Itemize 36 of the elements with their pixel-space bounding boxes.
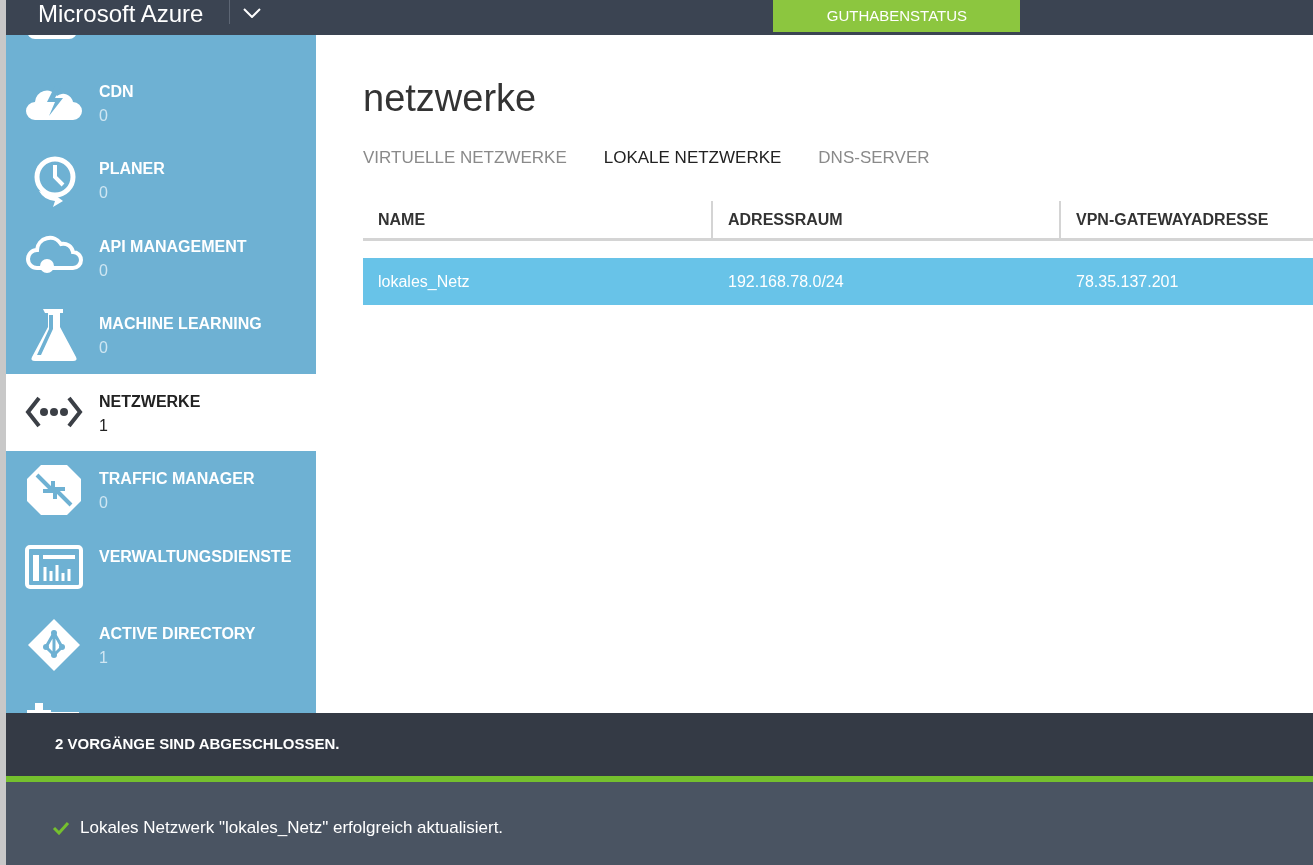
table-cell-text: 78.35.137.201 bbox=[1075, 271, 1180, 292]
item-title: PLANER bbox=[99, 159, 165, 179]
table-row[interactable]: lokales_Netz 192.168.78.0/24 78.35.137.201 bbox=[363, 258, 1313, 305]
item-count: 0 bbox=[99, 260, 109, 281]
brand-title: Microsoft Azure bbox=[38, 0, 204, 28]
chevron-down-icon bbox=[243, 8, 262, 18]
column-header[interactable]: VPN-GATEWAYADRESSE bbox=[1076, 207, 1269, 232]
item-count: 0 bbox=[99, 493, 109, 513]
network-icon bbox=[24, 395, 83, 430]
sidebar-item[interactable]: NETZWERKE 1 bbox=[6, 373, 316, 451]
item-title: ACTIVE DIRECTORY bbox=[99, 624, 256, 644]
page-title: netzwerke bbox=[363, 76, 538, 121]
item-title: CDN bbox=[99, 81, 134, 102]
notification-summary: 2 VORGÄNGE SIND ABGESCHLOSSEN. bbox=[55, 734, 340, 755]
column-header[interactable]: NAME bbox=[378, 207, 426, 232]
credit-status-button[interactable]: GUTHABENSTATUS bbox=[773, 0, 1021, 32]
item-count: 1 bbox=[99, 648, 109, 668]
item-title: API MANAGEMENT bbox=[99, 236, 247, 257]
tab[interactable]: VIRTUELLE NETZWERKE bbox=[363, 147, 567, 169]
checkmark-icon bbox=[52, 820, 70, 835]
traffic-arrows-icon bbox=[24, 462, 83, 517]
notification-message: Lokales Netzwerk "lokales_Netz" erfolgreich aktualisiert. bbox=[80, 817, 504, 839]
table-cell-text: 192.168.78.0/24 bbox=[727, 271, 845, 292]
item-count: 0 bbox=[99, 338, 109, 358]
item-title: TRAFFIC MANAGER bbox=[99, 469, 255, 489]
item-title: NETZWERKE bbox=[99, 391, 201, 412]
column-header[interactable]: ADRESSRAUM bbox=[728, 207, 843, 232]
item-title: MACHINE LEARNING bbox=[99, 314, 262, 334]
tab[interactable]: DNS-SERVER bbox=[818, 147, 930, 169]
tab[interactable]: LOKALE NETZWERKE bbox=[603, 147, 782, 169]
item-title: VERWALTUNGSDIENSTE bbox=[99, 546, 292, 567]
dashboard-icon bbox=[24, 545, 83, 590]
item-count: 0 bbox=[99, 105, 109, 126]
table-cell-text: lokales_Netz bbox=[377, 271, 471, 292]
item-count: 1 bbox=[99, 415, 109, 436]
item-count: 0 bbox=[99, 183, 109, 203]
